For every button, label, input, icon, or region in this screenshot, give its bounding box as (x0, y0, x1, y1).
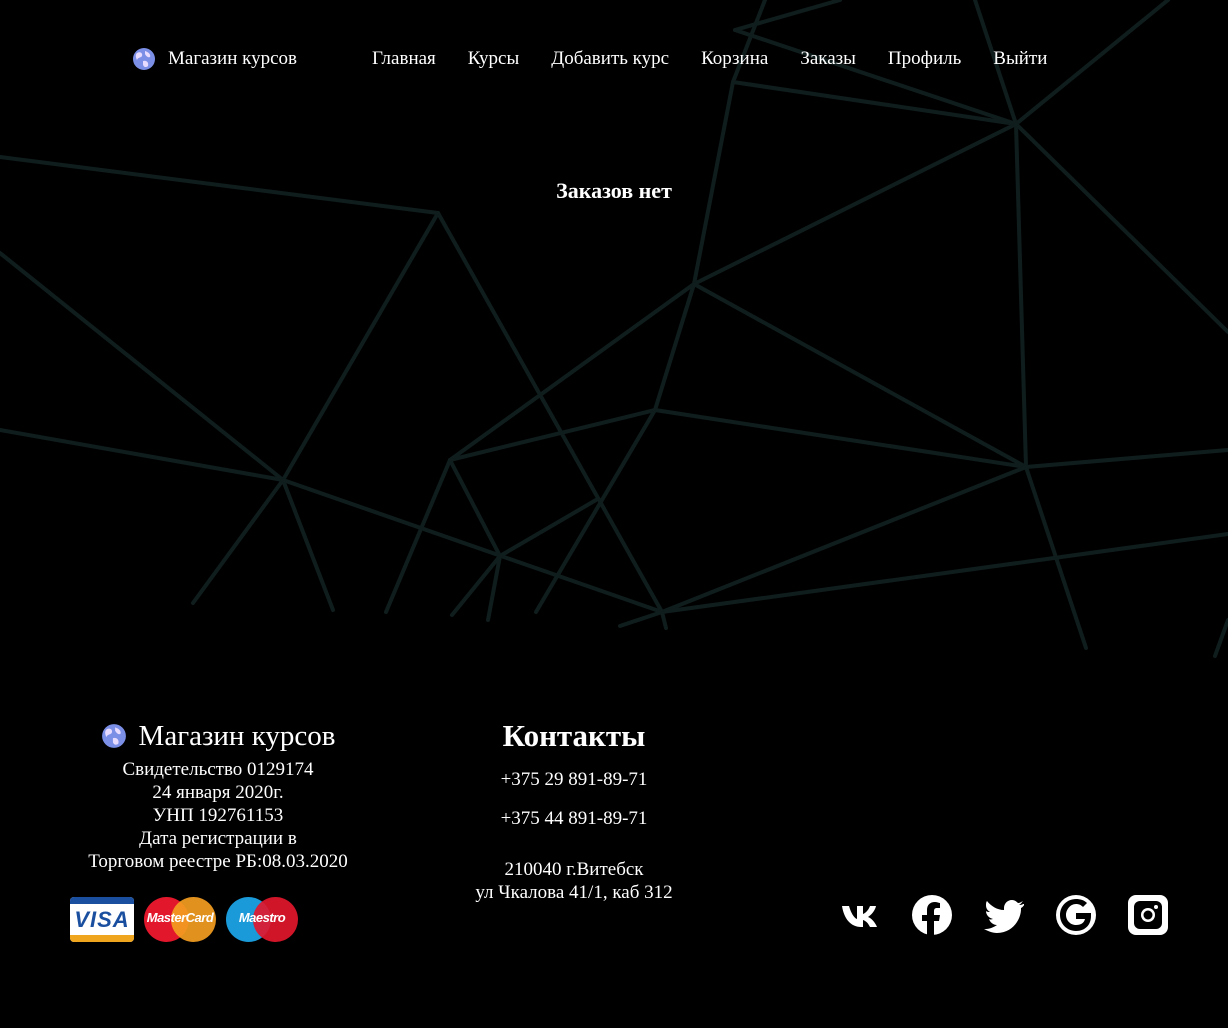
footer-contacts: Контакты +375 29 891-89-71 +375 44 891-8… (424, 716, 724, 904)
nav-home[interactable]: Главная (372, 46, 436, 72)
certificate-number: Свидетельство 0129174 (122, 759, 314, 780)
vk-icon[interactable] (840, 893, 880, 937)
footer-brand: Магазин курсов (60, 718, 376, 754)
twitter-icon[interactable] (984, 893, 1025, 937)
mastercard-logo: MasterCard (144, 897, 216, 942)
registration-label: Дата регистрации в (139, 828, 297, 849)
social-links (840, 893, 1168, 937)
address: 210040 г.Витебск ул Чкалова 41/1, каб 31… (424, 858, 724, 904)
brand-logo-link[interactable]: Магазин курсов (132, 46, 297, 72)
payment-methods: VISA MasterCard Maestro (70, 897, 298, 942)
main-nav: Главная Курсы Добавить курс Корзина Зака… (372, 46, 1047, 72)
nav-courses[interactable]: Курсы (468, 46, 519, 72)
page: Магазин курсов Главная Курсы Добавить ку… (0, 0, 1228, 1028)
nav-logout[interactable]: Выйти (993, 46, 1047, 72)
globe-icon (101, 724, 126, 748)
google-icon[interactable] (1056, 893, 1096, 937)
instagram-icon[interactable] (1128, 893, 1168, 937)
brand-name: Магазин курсов (168, 48, 298, 69)
address-street: ул Чкалова 41/1, каб 312 (475, 882, 673, 903)
facebook-icon[interactable] (912, 893, 952, 937)
unp-number: УНП 192761153 (152, 805, 284, 826)
nav-orders[interactable]: Заказы (800, 46, 856, 72)
phone-link-1[interactable]: +375 29 891-89-71 (424, 768, 724, 791)
maestro-logo: Maestro (226, 897, 298, 942)
registration-date: Торговом реестре РБ:08.03.2020 (88, 851, 348, 872)
visa-logo: VISA (70, 897, 134, 942)
footer-company-info: Магазин курсов Свидетельство 0129174 24 … (60, 718, 376, 873)
phone-link-2[interactable]: +375 44 891-89-71 (424, 807, 724, 830)
address-city: 210040 г.Витебск (504, 859, 644, 880)
footer-brand-name: Магазин курсов (138, 720, 336, 752)
nav-add-course[interactable]: Добавить курс (551, 46, 669, 72)
no-orders-message: Заказов нет (556, 178, 672, 203)
nav-profile[interactable]: Профиль (888, 46, 961, 72)
globe-icon (133, 48, 155, 70)
site-header: Магазин курсов Главная Курсы Добавить ку… (0, 0, 1228, 120)
contacts-title: Контакты (502, 718, 646, 753)
nav-cart[interactable]: Корзина (701, 46, 768, 72)
certificate-date: 24 января 2020г. (152, 782, 284, 803)
